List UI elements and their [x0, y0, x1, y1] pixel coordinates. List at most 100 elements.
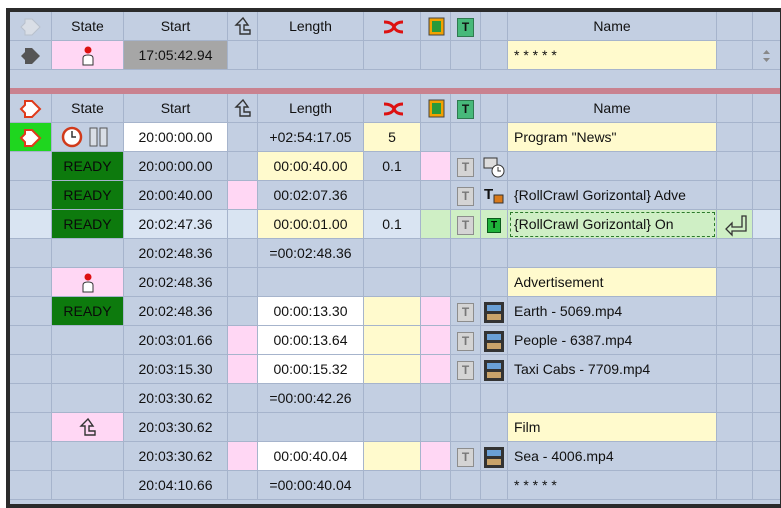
length-cell[interactable]: 00:00:40.04	[258, 442, 364, 471]
t-cell[interactable]: T	[451, 152, 481, 181]
name-cell[interactable]: {RollCrawl Gorizontal} Adve	[508, 181, 717, 210]
scrollbar-track[interactable]	[753, 297, 780, 326]
table-row[interactable]: READY 20:00:40.00 00:02:07.36 T T {RollC…	[10, 181, 780, 210]
length-cell[interactable]: 00:00:40.00	[258, 152, 364, 181]
name-cell[interactable]	[508, 384, 717, 413]
name-cell[interactable]: {RollCrawl Gorizontal} On	[508, 210, 717, 239]
length-cell[interactable]: 00:00:13.30	[258, 297, 364, 326]
header-loop-cell[interactable]	[421, 94, 451, 123]
num-cell[interactable]	[364, 326, 421, 355]
num-cell[interactable]: 0.1	[364, 210, 421, 239]
name-cell[interactable]: Earth - 5069.mp4	[508, 297, 717, 326]
table-row[interactable]: 20:04:10.66 =00:00:40.04 * * * * *	[10, 471, 780, 500]
header-shuffle-cell[interactable]	[364, 12, 421, 41]
table-row[interactable]: READY 20:00:00.00 00:00:40.00 0.1 T	[10, 152, 780, 181]
length-cell[interactable]: =00:00:40.04	[258, 471, 364, 500]
table-row[interactable]: 20:03:30.62 00:00:40.04 T Sea - 4006.mp4	[10, 442, 780, 471]
t-cell[interactable]: T	[451, 181, 481, 210]
scrollbar-track[interactable]	[753, 384, 780, 413]
start-cell[interactable]: 20:03:15.30	[124, 355, 228, 384]
scrollbar-track[interactable]	[753, 326, 780, 355]
start-cell[interactable]: 20:02:48.36	[124, 239, 228, 268]
scrollbar-track[interactable]	[753, 413, 780, 442]
scrollbar-track[interactable]	[753, 239, 780, 268]
num-cell[interactable]	[364, 413, 421, 442]
header-shuffle-cell[interactable]	[364, 94, 421, 123]
start-cell[interactable]: 20:00:00.00	[124, 152, 228, 181]
num-cell[interactable]: 5	[364, 123, 421, 152]
length-cell[interactable]	[258, 413, 364, 442]
scrollbar-header[interactable]	[753, 94, 780, 123]
num-cell[interactable]	[364, 239, 421, 268]
start-cell[interactable]: 17:05:42.94	[124, 41, 228, 70]
header-t-cell[interactable]: T	[451, 12, 481, 41]
top-data-row[interactable]: 17:05:42.94 * * * * *	[10, 41, 780, 70]
name-cell[interactable]: Film	[508, 413, 717, 442]
header-length[interactable]: Length	[258, 12, 364, 41]
scrollbar-track[interactable]	[753, 181, 780, 210]
start-cell[interactable]: 20:00:40.00	[124, 181, 228, 210]
header-start[interactable]: Start	[124, 12, 228, 41]
num-cell[interactable]	[364, 297, 421, 326]
header-up-cell[interactable]	[228, 94, 258, 123]
t-cell[interactable]: T	[451, 326, 481, 355]
start-cell[interactable]: 20:04:10.66	[124, 471, 228, 500]
header-name[interactable]: Name	[508, 12, 717, 41]
table-row[interactable]: 20:00:00.00 +02:54:17.05 5 Program "News…	[10, 123, 780, 152]
header-length[interactable]: Length	[258, 94, 364, 123]
num-cell[interactable]	[364, 384, 421, 413]
length-cell[interactable]: 00:02:07.36	[258, 181, 364, 210]
name-cell[interactable]: Sea - 4006.mp4	[508, 442, 717, 471]
scrollbar-mini[interactable]	[753, 41, 780, 70]
table-row-selected[interactable]: READY 20:02:47.36 00:00:01.00 0.1 T T {R…	[10, 210, 780, 239]
table-row[interactable]: 20:02:48.36 =00:02:48.36	[10, 239, 780, 268]
name-cell[interactable]: Program "News"	[508, 123, 717, 152]
start-cell[interactable]: 20:03:30.62	[124, 413, 228, 442]
name-cell[interactable]: Advertisement	[508, 268, 717, 297]
name-cell[interactable]: People - 6387.mp4	[508, 326, 717, 355]
header-state[interactable]: State	[52, 12, 124, 41]
name-cell[interactable]	[508, 152, 717, 181]
length-cell[interactable]: =00:02:48.36	[258, 239, 364, 268]
table-row[interactable]: 20:03:15.30 00:00:15.32 T Taxi Cabs - 77…	[10, 355, 780, 384]
scrollbar-track[interactable]	[753, 355, 780, 384]
header-loop-cell[interactable]	[421, 12, 451, 41]
scrollbar-track[interactable]	[753, 152, 780, 181]
length-cell[interactable]	[258, 268, 364, 297]
length-cell[interactable]: 00:00:15.32	[258, 355, 364, 384]
start-cell[interactable]: 20:02:48.36	[124, 268, 228, 297]
num-cell[interactable]	[364, 442, 421, 471]
num-cell[interactable]	[364, 355, 421, 384]
t-cell[interactable]: T	[451, 355, 481, 384]
table-row[interactable]: 20:03:30.62 Film	[10, 413, 780, 442]
length-cell[interactable]: 00:00:01.00	[258, 210, 364, 239]
name-cell[interactable]: * * * * *	[508, 471, 717, 500]
length-cell[interactable]: +02:54:17.05	[258, 123, 364, 152]
header-t-cell[interactable]: T	[451, 94, 481, 123]
num-cell[interactable]	[364, 181, 421, 210]
name-cell[interactable]: * * * * *	[508, 41, 717, 70]
start-cell[interactable]: 20:03:30.62	[124, 442, 228, 471]
scrollbar-top[interactable]	[753, 12, 780, 41]
t-cell[interactable]: T	[451, 297, 481, 326]
start-cell[interactable]: 20:03:01.66	[124, 326, 228, 355]
t-cell[interactable]: T	[451, 210, 481, 239]
start-cell[interactable]: 20:02:47.36	[124, 210, 228, 239]
table-row[interactable]: 20:02:48.36 Advertisement	[10, 268, 780, 297]
length-cell[interactable]: =00:00:42.26	[258, 384, 364, 413]
name-cell[interactable]	[508, 239, 717, 268]
scrollbar-track[interactable]	[753, 442, 780, 471]
name-cell[interactable]: Taxi Cabs - 7709.mp4	[508, 355, 717, 384]
table-row[interactable]: 20:03:01.66 00:00:13.64 T People - 6387.…	[10, 326, 780, 355]
header-name[interactable]: Name	[508, 94, 717, 123]
num-cell[interactable]	[364, 471, 421, 500]
t-cell[interactable]: T	[451, 442, 481, 471]
header-up-cell[interactable]	[228, 12, 258, 41]
start-cell[interactable]: 20:02:48.36	[124, 297, 228, 326]
scrollbar-track[interactable]	[753, 268, 780, 297]
arrow-cell[interactable]	[10, 123, 52, 152]
num-cell[interactable]: 0.1	[364, 152, 421, 181]
scrollbar-track[interactable]	[753, 210, 780, 239]
table-row[interactable]: 20:03:30.62 =00:00:42.26	[10, 384, 780, 413]
num-cell[interactable]	[364, 268, 421, 297]
